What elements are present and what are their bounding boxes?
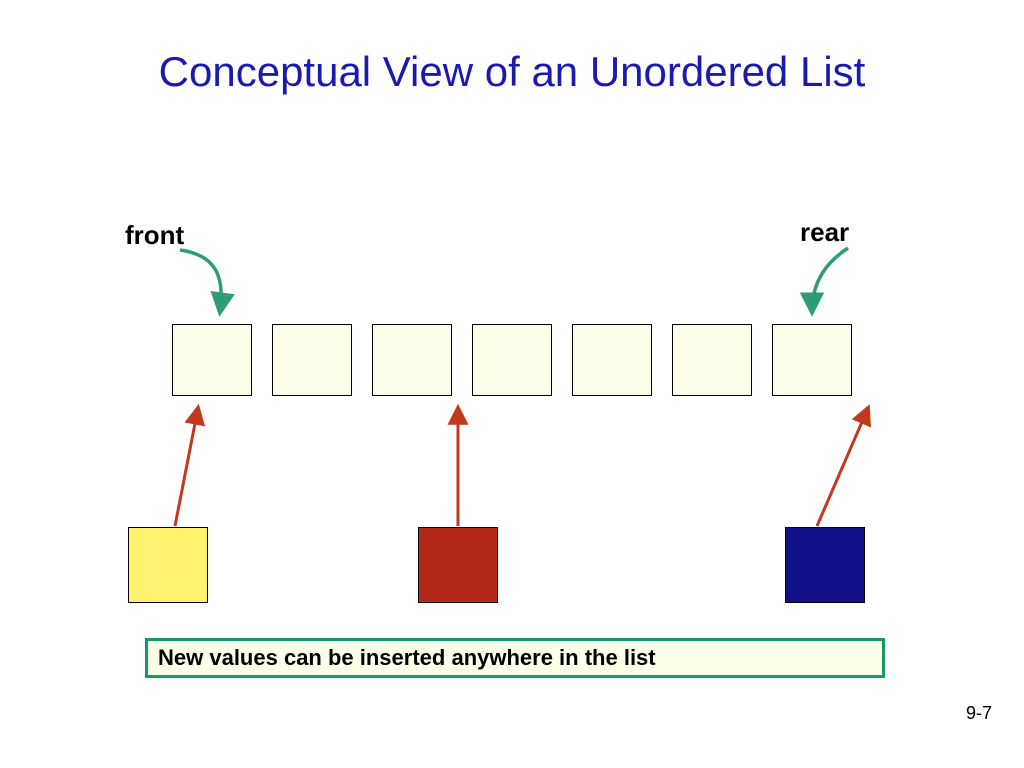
slide-title: Conceptual View of an Unordered List (0, 48, 1024, 96)
page-number: 9-7 (966, 703, 992, 724)
front-label: front (125, 220, 184, 251)
rear-arrow-icon (812, 248, 848, 312)
yellow-box (128, 527, 208, 603)
list-box (572, 324, 652, 396)
rear-label: rear (800, 217, 849, 248)
caption-text: New values can be inserted anywhere in t… (158, 645, 656, 671)
slide: Conceptual View of an Unordered List fro… (0, 0, 1024, 768)
list-box (472, 324, 552, 396)
list-box (172, 324, 252, 396)
blue-box (785, 527, 865, 603)
red-box (418, 527, 498, 603)
insert-arrow-icon (817, 408, 868, 526)
insert-arrow-icon (175, 408, 198, 526)
list-box (772, 324, 852, 396)
list-box (372, 324, 452, 396)
caption-box: New values can be inserted anywhere in t… (145, 638, 885, 678)
list-box (672, 324, 752, 396)
list-box (272, 324, 352, 396)
front-arrow-icon (180, 250, 221, 312)
